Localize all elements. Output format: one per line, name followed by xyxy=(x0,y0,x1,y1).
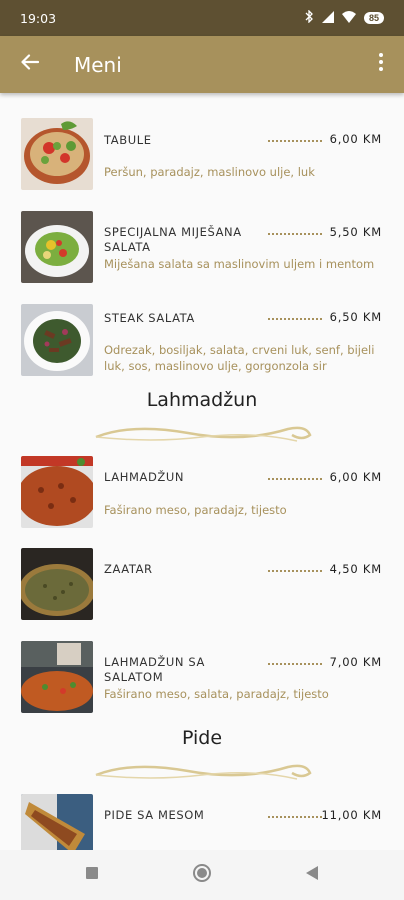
triangle-icon xyxy=(306,865,318,885)
price-leader xyxy=(268,233,322,235)
item-description: Miješana salata sa maslinovim uljem i me… xyxy=(104,257,375,271)
specijalna-salata-image xyxy=(21,211,93,283)
circle-icon xyxy=(192,863,212,888)
menu-item-steak-salata[interactable]: STEAK SALATA 6,50 KM Odrezak, bosiljak, … xyxy=(0,304,404,376)
item-name: LAHMADŽUN xyxy=(104,470,185,484)
nav-recents-button[interactable] xyxy=(72,855,112,895)
section-title-lahmadzun: Lahmadžun xyxy=(146,389,258,411)
menu-list[interactable]: TABULE 6,00 KM Peršun, paradajz, maslino… xyxy=(0,93,404,850)
menu-item-zaatar[interactable]: ZAATAR 4,50 KM xyxy=(0,548,404,620)
status-bar: 19:03 85 xyxy=(0,0,404,36)
price-leader xyxy=(268,816,322,818)
square-icon xyxy=(86,866,98,884)
back-button[interactable] xyxy=(0,36,60,93)
status-icons: 85 xyxy=(304,9,384,26)
section-divider-pide xyxy=(95,764,312,780)
item-name: TABULE xyxy=(104,133,152,147)
lahmadzun-image xyxy=(21,456,93,528)
arrow-left-icon xyxy=(21,54,40,75)
item-price: 6,00 KM xyxy=(329,132,382,146)
item-price: 5,50 KM xyxy=(329,225,382,239)
lahmadzun-sa-salatom-image xyxy=(21,641,93,713)
item-name: ZAATAR xyxy=(104,562,153,576)
more-options-button[interactable] xyxy=(358,36,404,93)
price-leader xyxy=(268,663,322,665)
item-description: Odrezak, bosiljak, salata, crveni luk, s… xyxy=(104,343,375,373)
app-bar: Meni xyxy=(0,36,404,93)
system-nav-bar xyxy=(0,850,404,900)
zaatar-image xyxy=(21,548,93,620)
section-title-pide: Pide xyxy=(181,727,223,749)
price-leader xyxy=(268,318,322,320)
item-price: 6,50 KM xyxy=(329,310,382,324)
bluetooth-icon xyxy=(304,9,314,26)
item-price: 4,50 KM xyxy=(329,562,382,576)
item-description: Faširano meso, salata, paradajz, tijesto xyxy=(104,687,329,701)
steak-salata-image xyxy=(21,304,93,376)
menu-item-tabule[interactable]: TABULE 6,00 KM Peršun, paradajz, maslino… xyxy=(0,118,404,190)
section-divider-lahmadzun xyxy=(95,426,312,442)
wifi-icon xyxy=(341,10,356,26)
menu-item-lahmadzun[interactable]: LAHMADŽUN 6,00 KM Faširano meso, paradaj… xyxy=(0,456,404,528)
more-vert-icon xyxy=(379,53,383,76)
battery-indicator: 85 xyxy=(363,12,384,24)
item-name: SPECIJALNA MIJEŠANA SALATA xyxy=(104,225,242,254)
price-leader xyxy=(268,140,322,142)
status-time: 19:03 xyxy=(20,10,57,26)
item-description: Peršun, paradajz, maslinovo ulje, luk xyxy=(104,165,315,179)
price-leader xyxy=(268,570,322,572)
item-name: STEAK SALATA xyxy=(104,311,195,325)
item-name: PIDE SA MESOM xyxy=(104,808,205,822)
item-price: 11,00 KM xyxy=(321,808,382,822)
nav-home-button[interactable] xyxy=(182,855,222,895)
pide-sa-mesom-image xyxy=(21,794,93,850)
tabule-image xyxy=(21,118,93,190)
price-leader xyxy=(268,478,322,480)
menu-item-lahmadzun-sa-salatom[interactable]: LAHMADŽUN SA SALATOM 7,00 KM Faširano me… xyxy=(0,641,404,713)
page-title: Meni xyxy=(74,52,122,77)
menu-item-specijalna-salata[interactable]: SPECIJALNA MIJEŠANA SALATA 5,50 KM Miješ… xyxy=(0,211,404,283)
nav-back-button[interactable] xyxy=(292,855,332,895)
item-description: Faširano meso, paradajz, tijesto xyxy=(104,503,287,517)
item-price: 6,00 KM xyxy=(329,470,382,484)
item-name: LAHMADŽUN SA SALATOM xyxy=(104,655,205,684)
item-price: 7,00 KM xyxy=(329,655,382,669)
signal-icon xyxy=(321,10,334,26)
menu-item-pide-sa-mesom[interactable]: PIDE SA MESOM 11,00 KM xyxy=(0,794,404,850)
